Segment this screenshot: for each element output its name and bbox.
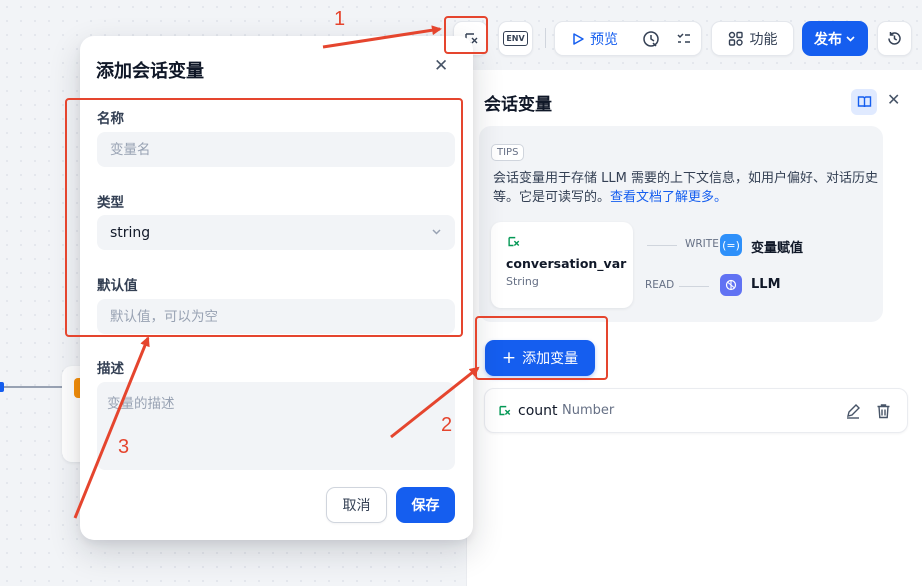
write-label: WRITE [685, 238, 719, 250]
annotation-label-1: 1 [334, 8, 346, 30]
annotation-box-3 [65, 98, 463, 337]
variable-item[interactable]: count Number [484, 388, 908, 433]
preview-label: 预览 [589, 31, 618, 48]
dialog-title: 添加会话变量 [96, 61, 204, 82]
publish-button[interactable]: 发布 [802, 21, 868, 56]
llm-label: LLM [751, 277, 781, 292]
variable-assigner-icon: (=) [720, 234, 742, 256]
play-icon [573, 32, 584, 45]
tips-card: TIPS 会话变量用于存储 LLM 需要的上下文信息，如用户偏好、对话历史等。它… [479, 126, 883, 322]
preview-button[interactable]: 预览 [555, 22, 634, 55]
toolbar-separator [545, 28, 546, 48]
checklist-button[interactable] [667, 22, 701, 55]
env-variables-button[interactable]: ENV [498, 21, 533, 56]
read-label: READ [645, 279, 675, 291]
cancel-button[interactable]: 取消 [326, 487, 387, 523]
features-button[interactable]: 功能 [711, 21, 794, 56]
write-arrow-line [647, 245, 677, 246]
env-icon: ENV [503, 31, 528, 46]
variable-name: count [518, 403, 558, 419]
annotation-label-3: 3 [118, 436, 130, 458]
edge-handle[interactable] [0, 382, 4, 392]
conversation-var-icon [499, 405, 511, 416]
diagram-var-card: conversation_var String [491, 222, 633, 308]
tips-text: 会话变量用于存储 LLM 需要的上下文信息，如用户偏好、对话历史等。它是可读写的… [493, 169, 883, 207]
book-icon [857, 96, 871, 108]
tips-docs-link[interactable]: 查看文档了解更多。 [610, 190, 727, 205]
annotation-label-2: 2 [441, 414, 453, 436]
panel-close-icon[interactable]: ✕ [887, 90, 900, 109]
llm-icon [720, 274, 742, 296]
checklist-icon [677, 32, 691, 43]
panel-title: 会话变量 [484, 95, 552, 115]
variable-type: Number [562, 403, 615, 418]
read-arrow-line [679, 286, 709, 287]
features-icon [728, 31, 743, 46]
history-icon [888, 32, 901, 45]
diagram-var-name: conversation_var [506, 256, 627, 271]
annotation-box-2 [475, 316, 608, 380]
description-textarea[interactable] [97, 382, 455, 470]
annotation-box-1 [444, 16, 488, 54]
delete-icon[interactable] [876, 403, 891, 419]
save-button[interactable]: 保存 [396, 487, 455, 523]
publish-label: 发布 [814, 31, 842, 48]
edit-icon[interactable] [845, 403, 861, 419]
run-history-button[interactable] [634, 22, 668, 55]
canvas-edge [0, 386, 62, 388]
dialog-close-icon[interactable]: ✕ [434, 56, 448, 76]
assigner-label: 变量赋值 [751, 241, 804, 256]
run-history-icon [642, 30, 659, 47]
features-label: 功能 [749, 31, 778, 48]
version-history-button[interactable] [877, 21, 912, 56]
preview-group: 预览 [554, 21, 702, 56]
chevron-down-icon [846, 36, 855, 42]
docs-button[interactable] [851, 89, 877, 115]
description-label: 描述 [97, 361, 124, 377]
conversation-var-icon [508, 236, 520, 247]
diagram-var-type: String [506, 275, 539, 288]
tips-badge: TIPS [491, 144, 525, 161]
